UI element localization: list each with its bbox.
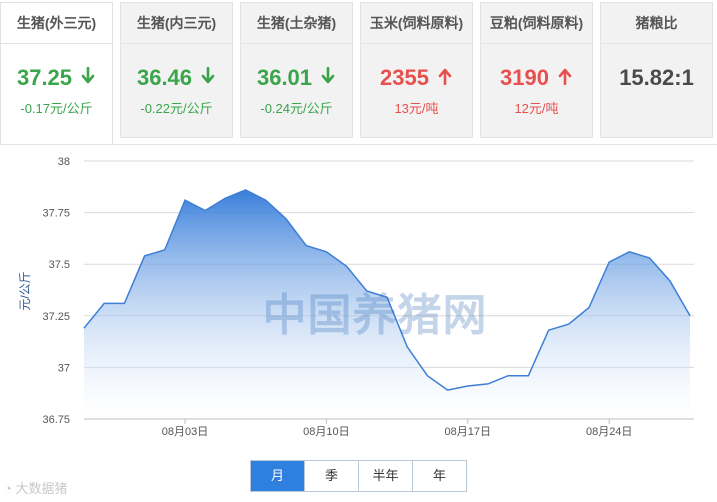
tile-value: 36.46 <box>121 65 232 91</box>
logo-icon: ◔ <box>4 481 16 496</box>
tile-title: 玉米(饲料原料) <box>369 15 464 31</box>
price-chart: 36.75 37 37.25 37.5 37.75 38 08月03日 08月10日 08月17… <box>18 156 694 438</box>
tile-divider <box>481 43 592 44</box>
up-arrow-icon <box>437 65 453 91</box>
corner-logo-text: 大数据猪 <box>15 481 68 496</box>
x-tick-label: 08月24日 <box>586 426 632 438</box>
tile-pig-grain-ratio[interactable]: 猪粮比 15.82:1 <box>600 2 713 138</box>
tile-change: 13元/吨 <box>394 101 439 116</box>
period-month-button[interactable]: 月 <box>251 461 305 491</box>
tile-title: 生猪(外三元) <box>16 15 97 31</box>
tile-value: 36.01 <box>241 65 352 91</box>
period-halfyear-button[interactable]: 半年 <box>359 461 413 491</box>
tile-change: -0.17元/公斤 <box>20 101 93 116</box>
y-tick-label: 37.75 <box>42 208 70 220</box>
tile-value-number: 36.46 <box>136 65 193 90</box>
tile-value-number: 2355 <box>380 65 429 90</box>
tile-value: 15.82:1 <box>601 65 712 91</box>
tile-change: 12元/吨 <box>514 101 559 116</box>
x-tick-label: 08月03日 <box>162 426 208 438</box>
tile-divider <box>361 43 472 44</box>
tile-corn[interactable]: 玉米(饲料原料) 2355 13元/吨 <box>360 2 473 138</box>
tile-divider <box>241 43 352 44</box>
tile-pig-waisanyuan[interactable]: 生猪(外三元) 37.25 -0.17元/公斤 <box>0 2 113 144</box>
y-tick-label: 37.5 <box>49 259 70 271</box>
watermark: 中国养猪网 <box>263 291 488 340</box>
tile-value-number: 15.82:1 <box>619 65 694 90</box>
tile-value-number: 36.01 <box>256 65 313 90</box>
chart-panel: 36.75 37 37.25 37.5 37.75 38 08月03日 08月10日 08月17… <box>0 144 717 502</box>
x-tick-label: 08月10日 <box>303 426 349 438</box>
tile-value: 2355 <box>361 65 472 91</box>
tile-title: 豆粕(饲料原料) <box>489 15 584 31</box>
tile-value: 3190 <box>481 65 592 91</box>
down-arrow-icon <box>80 65 96 91</box>
y-tick-label: 36.75 <box>42 414 70 426</box>
tile-change: -0.22元/公斤 <box>140 101 213 116</box>
tile-pig-tuzazhu[interactable]: 生猪(土杂猪) 36.01 -0.24元/公斤 <box>240 2 353 138</box>
tile-title: 猪粮比 <box>635 15 678 31</box>
period-selector: 月 季 半年 年 <box>250 460 467 492</box>
x-tick-label: 08月17日 <box>445 426 491 438</box>
y-tick-label: 37 <box>58 362 70 374</box>
up-arrow-icon <box>557 65 573 91</box>
tile-divider <box>601 43 712 44</box>
tile-title: 生猪(内三元) <box>136 15 217 31</box>
y-tick-label: 38 <box>58 156 70 168</box>
corner-logo: ◔ 大数据猪 <box>4 478 67 497</box>
tile-soymeal[interactable]: 豆粕(饲料原料) 3190 12元/吨 <box>480 2 593 138</box>
period-year-button[interactable]: 年 <box>413 461 466 491</box>
tile-divider <box>1 43 112 44</box>
y-tick-label: 37.25 <box>42 311 70 323</box>
period-quarter-button[interactable]: 季 <box>305 461 359 491</box>
tile-divider <box>121 43 232 44</box>
tile-value: 37.25 <box>1 65 112 91</box>
y-axis-label: 元/公斤 <box>18 271 32 310</box>
down-arrow-icon <box>320 65 336 91</box>
tile-change: -0.24元/公斤 <box>260 101 333 116</box>
down-arrow-icon <box>200 65 216 91</box>
tile-pig-neisanyuan[interactable]: 生猪(内三元) 36.46 -0.22元/公斤 <box>120 2 233 138</box>
tile-value-number: 3190 <box>500 65 549 90</box>
tile-value-number: 37.25 <box>16 65 73 90</box>
price-tiles: 生猪(外三元) 37.25 -0.17元/公斤 生猪(内三元) 36.46 -0… <box>0 0 717 145</box>
tile-title: 生猪(土杂猪) <box>256 15 337 31</box>
